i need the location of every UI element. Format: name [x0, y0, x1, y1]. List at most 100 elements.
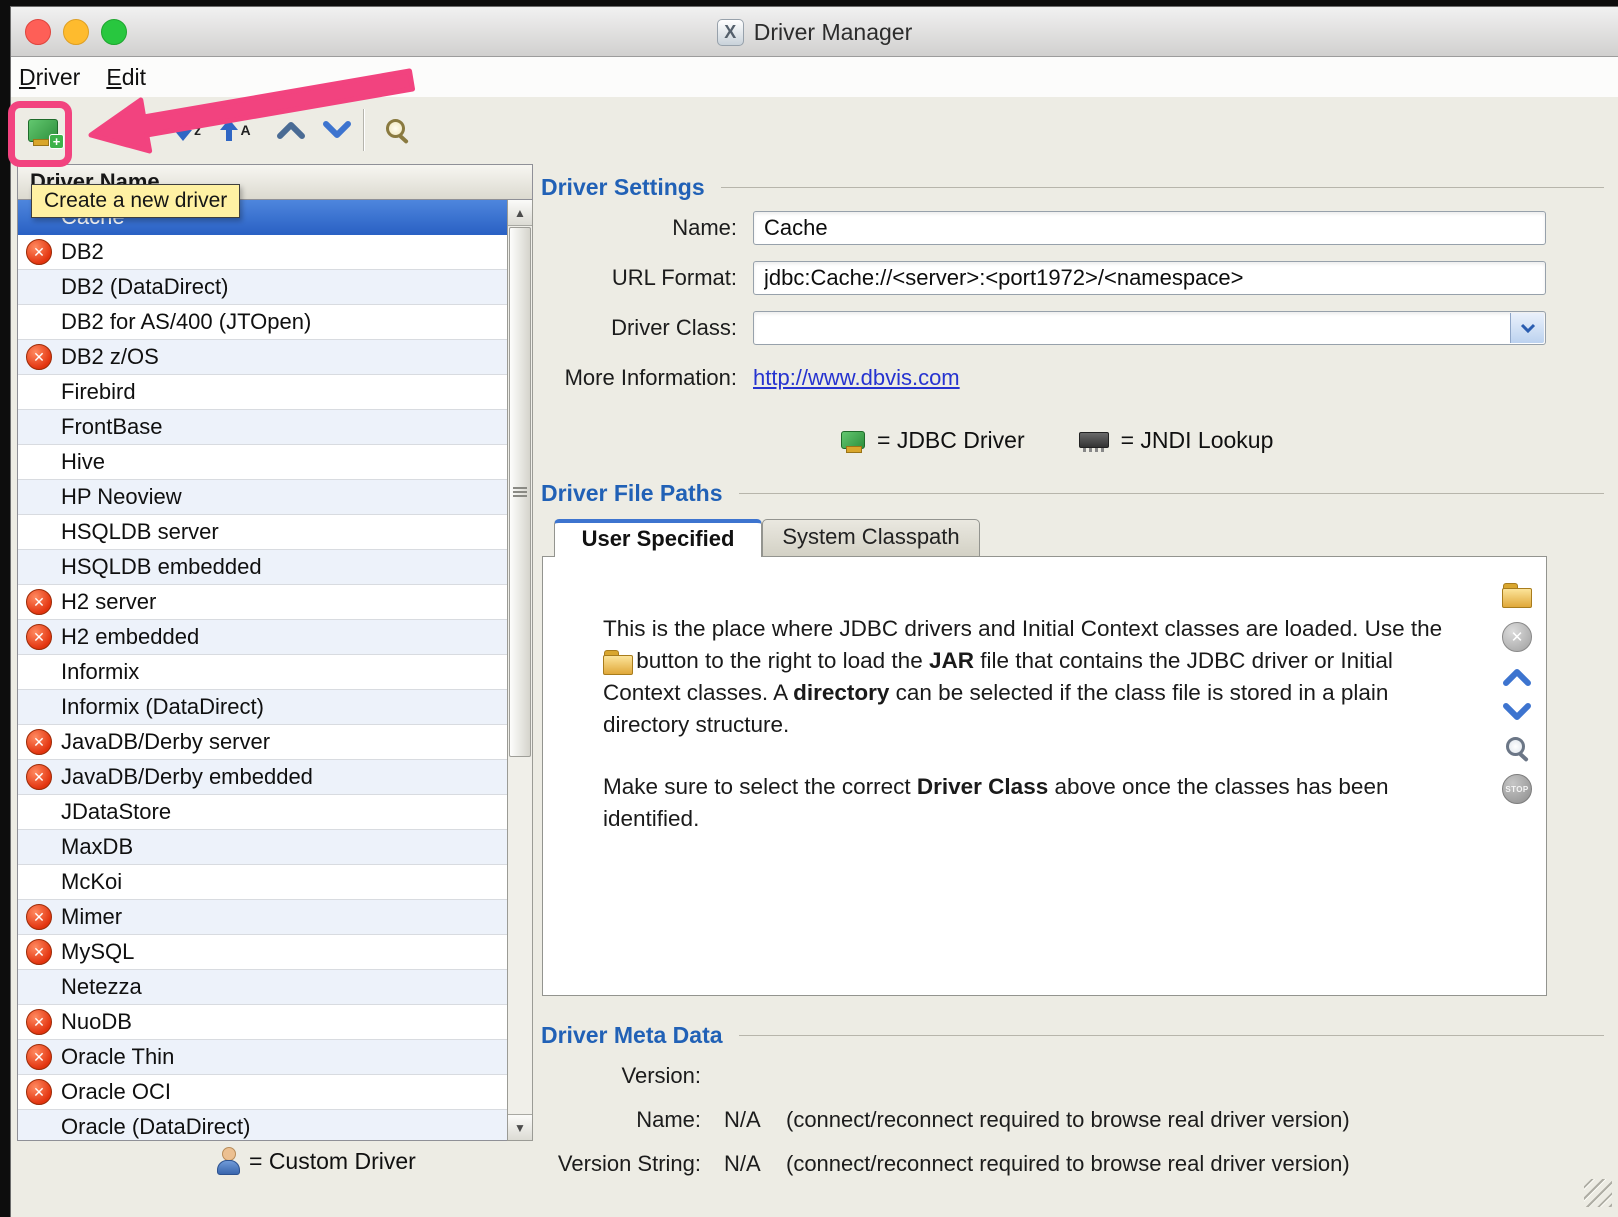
jdbc-driver-icon [841, 431, 865, 449]
close-window-button[interactable] [25, 19, 51, 45]
list-item[interactable]: Informix (DataDirect) [18, 690, 532, 725]
scrollbar-grip [513, 487, 527, 497]
folder-icon [603, 650, 630, 672]
list-item[interactable]: MaxDB [18, 830, 532, 865]
row-icon-spacer [26, 379, 52, 405]
zoom-window-button[interactable] [101, 19, 127, 45]
find-class-button[interactable] [1506, 737, 1528, 759]
list-item[interactable]: HP Neoview [18, 480, 532, 515]
file-paths-panel: This is the place where JDBC drivers and… [542, 556, 1547, 996]
meta-name-value: N/A [724, 1105, 761, 1135]
scrollbar-thumb[interactable] [509, 227, 531, 757]
driver-name: JDataStore [61, 799, 171, 825]
row-icon-spacer [26, 274, 52, 300]
driver-name: Informix [61, 659, 139, 685]
move-path-up-button[interactable] [1501, 667, 1533, 687]
section-rule [739, 1035, 1604, 1036]
more-information-label: More Information: [441, 363, 737, 393]
row-icon-spacer [26, 449, 52, 475]
list-item[interactable]: HSQLDB embedded [18, 550, 532, 585]
row-icon-spacer [26, 869, 52, 895]
tooltip: Create a new driver [31, 184, 240, 218]
jdbc-legend-text: = JDBC Driver [877, 427, 1025, 454]
file-paths-help-text: This is the place where JDBC drivers and… [603, 613, 1453, 835]
open-folder-button[interactable] [1502, 583, 1532, 607]
driver-manager-window: X Driver Manager DriverEdit + z A [10, 6, 1618, 1217]
driver-name: DB2 (DataDirect) [61, 274, 228, 300]
minimize-window-button[interactable] [63, 19, 89, 45]
error-icon: ✕ [26, 1009, 52, 1035]
version-string-label: Version String: [401, 1149, 701, 1179]
driver-name: H2 server [61, 589, 156, 615]
remove-path-button[interactable]: ✕ [1502, 622, 1532, 652]
list-item[interactable]: HSQLDB server [18, 515, 532, 550]
driver-name: Oracle Thin [61, 1044, 174, 1070]
list-item[interactable]: ✕ JavaDB/Derby server [18, 725, 532, 760]
driver-name: NuoDB [61, 1009, 132, 1035]
section-title-file-paths: Driver File Paths [541, 480, 723, 507]
title-bar: X Driver Manager [11, 7, 1618, 57]
driver-class-label: Driver Class: [441, 311, 737, 345]
list-item[interactable]: FrontBase [18, 410, 532, 445]
row-icon-spacer [26, 554, 52, 580]
driver-name: FrontBase [61, 414, 163, 440]
error-icon: ✕ [26, 939, 52, 965]
custom-driver-legend: = Custom Driver [216, 1145, 416, 1177]
driver-meta-data-section: Driver Meta Data [541, 1021, 1604, 1049]
driver-name: Oracle OCI [61, 1079, 171, 1105]
jndi-chip-icon [1079, 432, 1109, 448]
chevron-down-icon [1520, 323, 1536, 333]
url-format-input[interactable] [753, 261, 1546, 295]
error-icon: ✕ [26, 904, 52, 930]
section-title-driver-settings: Driver Settings [541, 174, 705, 201]
row-icon-spacer [26, 974, 52, 1000]
driver-name: HP Neoview [61, 484, 182, 510]
list-item[interactable]: JDataStore [18, 795, 532, 830]
driver-file-paths-section: Driver File Paths [541, 479, 1604, 507]
list-item[interactable]: ✕JavaDB/Derby embedded [18, 760, 532, 795]
driver-name: HSQLDB server [61, 519, 219, 545]
move-path-down-button[interactable] [1501, 702, 1533, 722]
list-item[interactable]: ✕Mimer [18, 900, 532, 935]
list-item[interactable]: McKoi [18, 865, 532, 900]
paths-paragraph-2: Make sure to select the correct Driver C… [603, 771, 1453, 835]
annotation-arrow [71, 55, 431, 165]
driver-name: DB2 z/OS [61, 344, 159, 370]
driver-name: H2 embedded [61, 624, 199, 650]
meta-name-note: (connect/reconnect required to browse re… [786, 1105, 1350, 1135]
list-item[interactable]: Informix [18, 655, 532, 690]
row-icon-spacer [26, 309, 52, 335]
driver-name: Netezza [61, 974, 142, 1000]
person-icon [216, 1147, 240, 1175]
row-icon-spacer [26, 834, 52, 860]
name-input[interactable] [753, 211, 1546, 245]
list-item[interactable]: ✕H2 embedded [18, 620, 532, 655]
error-icon: ✕ [26, 1079, 52, 1105]
jndi-legend-text: = JNDI Lookup [1121, 427, 1274, 454]
driver-name: Hive [61, 449, 105, 475]
driver-class-dropdown-button[interactable] [1510, 313, 1544, 343]
annotation-highlight-box [8, 101, 72, 167]
row-icon-spacer [26, 519, 52, 545]
list-item[interactable]: ✕H2 server [18, 585, 532, 620]
more-info-link[interactable]: http://www.dbvis.com [753, 363, 960, 393]
driver-name: JavaDB/Derby server [61, 729, 270, 755]
tab-system-classpath[interactable]: System Classpath [762, 519, 980, 557]
list-item[interactable]: ✕ MySQL [18, 935, 532, 970]
driver-name: DB2 for AS/400 (JTOpen) [61, 309, 311, 335]
tab-user-specified[interactable]: User Specified [554, 519, 762, 557]
stop-button[interactable]: STOP [1502, 774, 1532, 804]
driver-class-combobox[interactable] [753, 311, 1546, 345]
name-label: Name: [441, 211, 737, 245]
file-paths-toolbar: ✕ STOP [1498, 583, 1536, 804]
driver-name: MySQL [61, 939, 134, 965]
resize-grip[interactable] [1584, 1179, 1612, 1207]
list-item[interactable]: Hive [18, 445, 532, 480]
driver-name: McKoi [61, 869, 122, 895]
row-icon-spacer [26, 1114, 52, 1140]
list-item[interactable]: Netezza [18, 970, 532, 1005]
driver-name: DB2 [61, 239, 104, 265]
error-icon: ✕ [26, 1044, 52, 1070]
error-icon: ✕ [26, 729, 52, 755]
list-item[interactable]: ✕ NuoDB [18, 1005, 532, 1040]
